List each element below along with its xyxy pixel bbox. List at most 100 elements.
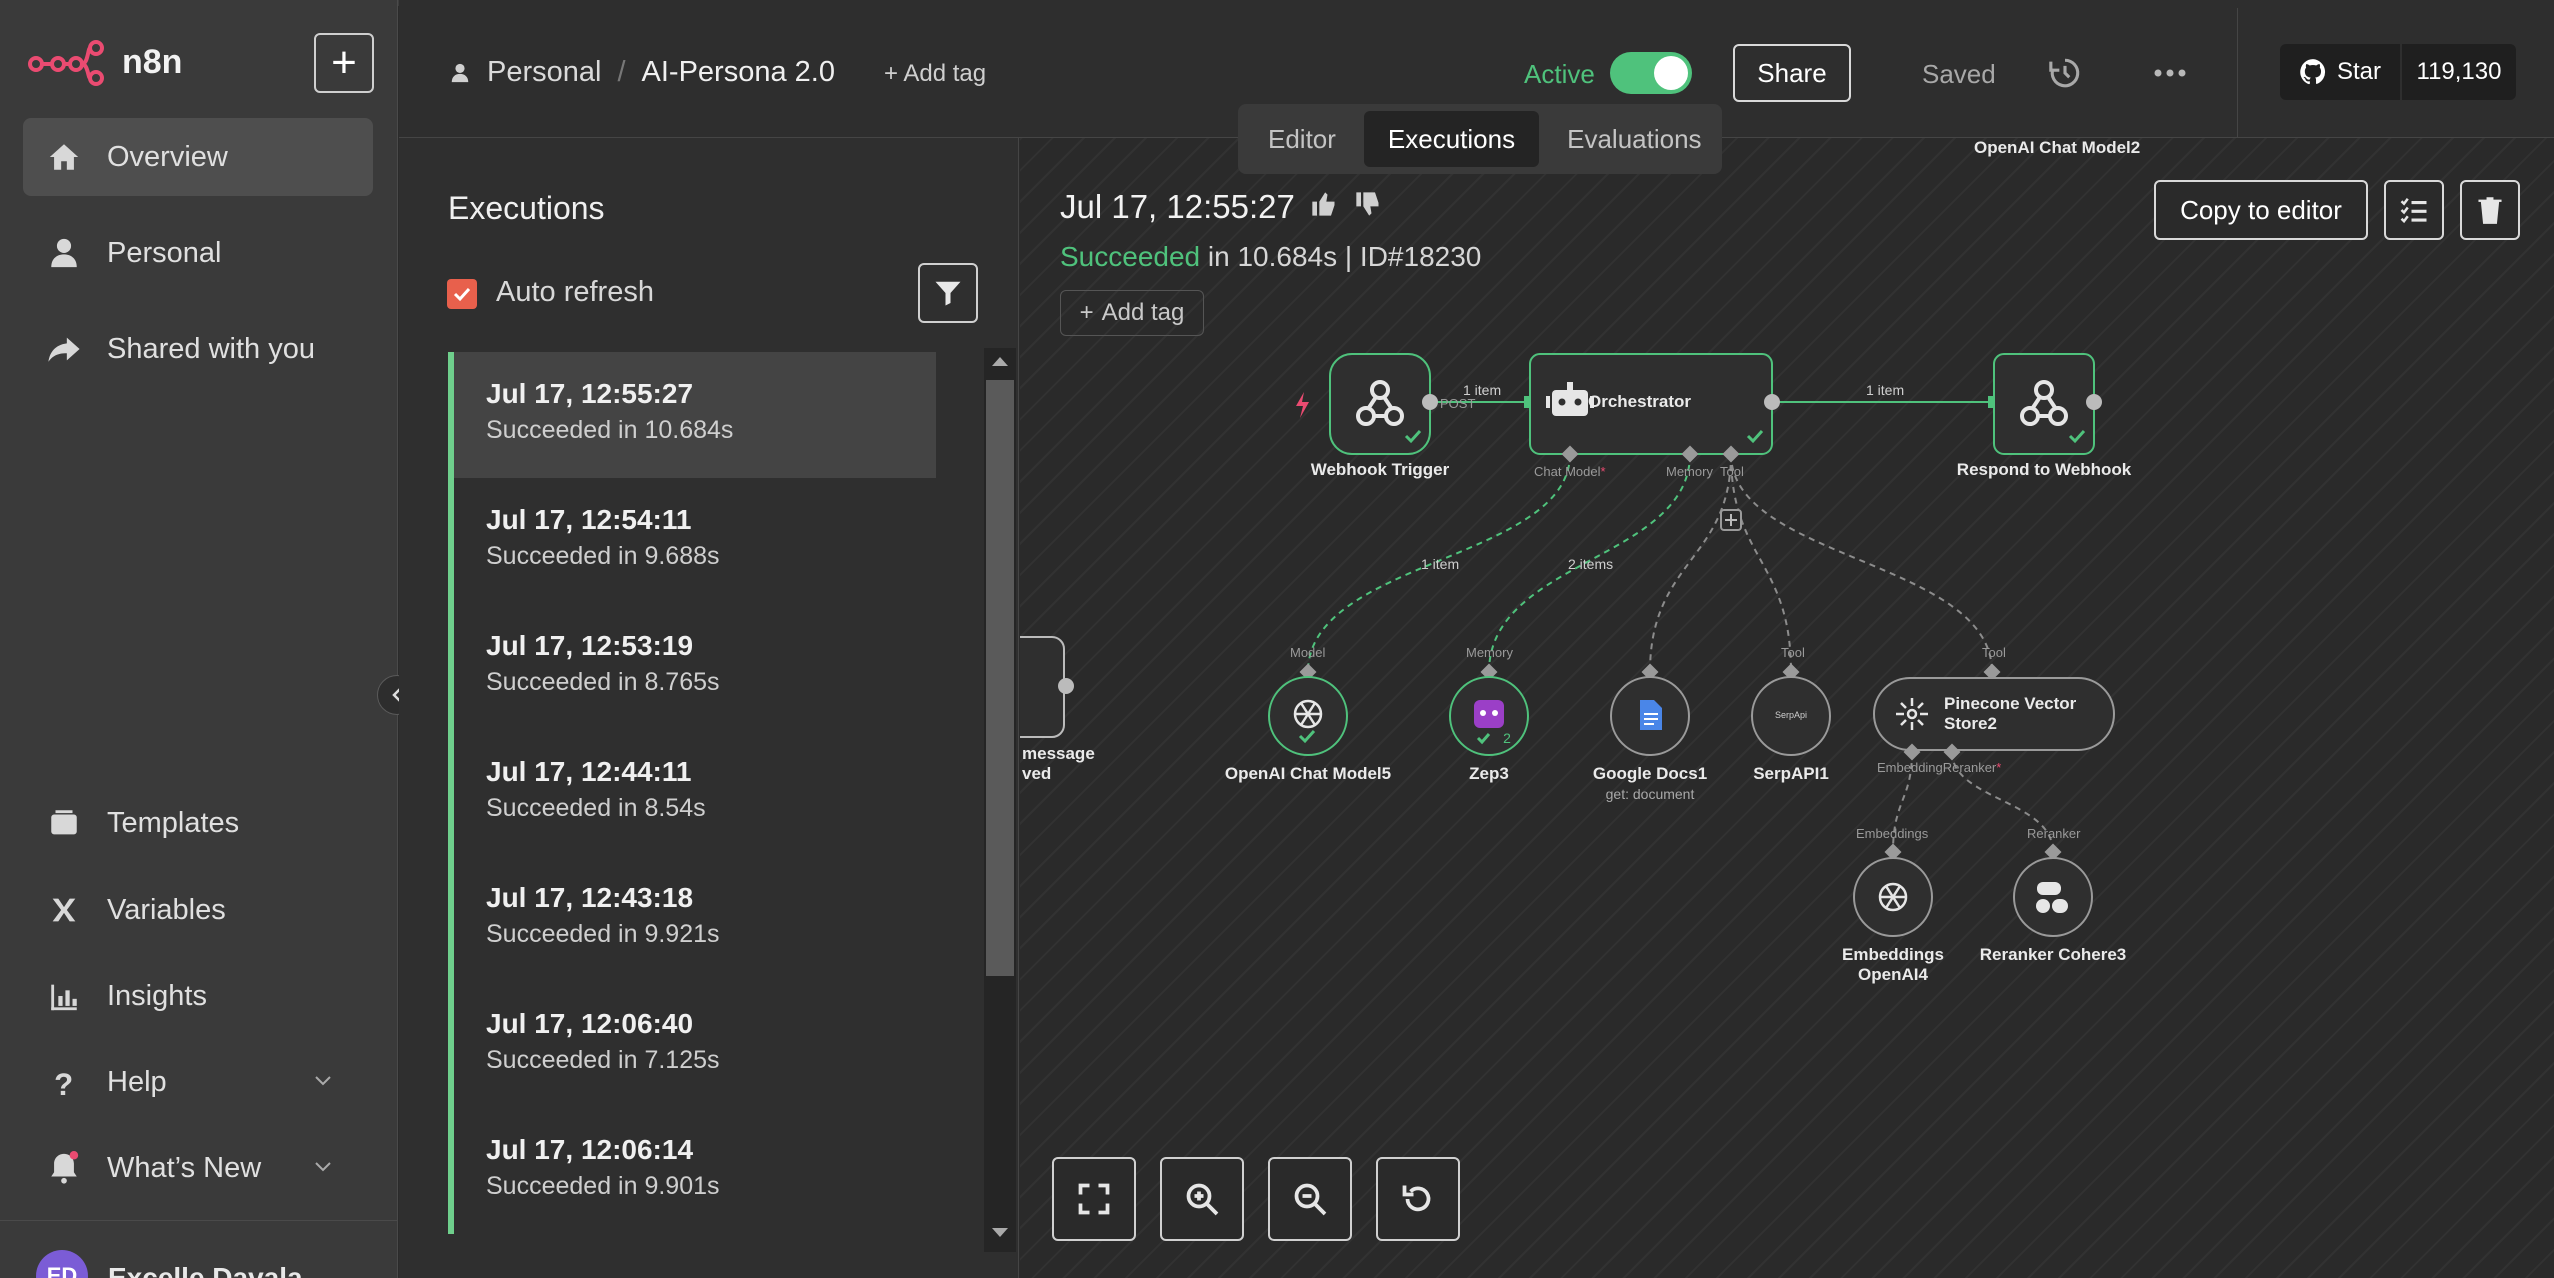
sidebar-item-shared[interactable]: Shared with you — [23, 310, 373, 388]
connector-label: Model — [1290, 645, 1326, 660]
execution-time: Jul 17, 12:53:19 — [486, 630, 694, 661]
execution-status: Succeeded in 8.765s — [486, 668, 720, 696]
execution-status: Succeeded in 10.684s — [486, 416, 734, 444]
node-label-webhook-trigger: Webhook Trigger — [1310, 460, 1450, 479]
edge-label: 1 item — [1866, 382, 1905, 398]
app-name: n8n — [122, 42, 183, 81]
auto-refresh-label[interactable]: Auto refresh — [496, 276, 654, 309]
share-button[interactable]: Share — [1733, 44, 1851, 102]
tab-evaluations[interactable]: Evaluations — [1543, 111, 1725, 167]
checklist-icon — [2400, 198, 2427, 224]
executions-title: Executions — [448, 190, 605, 226]
execution-time: Jul 17, 12:54:11 — [486, 504, 692, 535]
sidebar-item-help[interactable]: ? Help — [23, 1043, 373, 1121]
status-details: in 10.684s | ID#18230 — [1200, 241, 1482, 272]
execution-item[interactable]: Jul 17, 12:55:27 Succeeded in 10.684s — [448, 352, 936, 478]
thumbs-down-icon[interactable] — [1354, 190, 1382, 218]
sidebar-item-label: Help — [107, 1065, 167, 1098]
github-star-label: Star — [2336, 58, 2381, 85]
scroll-up-icon[interactable] — [990, 354, 1010, 368]
execution-item[interactable]: Jul 17, 12:06:40 Succeeded in 7.125s — [448, 982, 936, 1108]
n8n-logo-icon — [28, 40, 104, 86]
sidebar-item-variables[interactable]: Variables — [23, 871, 373, 949]
partial-node-label: ved — [1022, 764, 1052, 783]
execution-status: Succeeded in 9.921s — [486, 920, 720, 948]
trigger-bolt-icon — [1296, 392, 1309, 418]
github-star-count[interactable]: 119,130 — [2402, 44, 2516, 100]
execution-item[interactable]: Jul 17, 12:54:11 Succeeded in 9.688s — [448, 478, 936, 604]
breadcrumb: Personal / AI-Persona 2.0 — [449, 56, 835, 89]
connector-label: Tool — [1781, 645, 1805, 660]
workflow-name[interactable]: AI-Persona 2.0 — [642, 56, 835, 89]
breadcrumb-separator: / — [617, 56, 626, 88]
execution-date: Jul 17, 12:55:27 — [1060, 188, 1295, 225]
add-tag-link[interactable]: + Add tag — [884, 60, 986, 88]
execution-time: Jul 17, 12:44:11 — [486, 756, 692, 787]
zoom-in-button[interactable] — [1160, 1157, 1244, 1241]
tab-executions[interactable]: Executions — [1363, 111, 1540, 167]
filter-icon — [935, 281, 961, 306]
check-icon — [453, 287, 471, 302]
more-options-icon[interactable] — [2150, 58, 2190, 88]
active-toggle[interactable] — [1610, 52, 1692, 94]
tab-editor[interactable]: Editor — [1244, 111, 1360, 167]
view-tabs: Editor Executions Evaluations — [1238, 104, 1722, 174]
execution-time: Jul 17, 12:06:14 — [486, 1134, 694, 1165]
execution-status: Succeeded in 7.125s — [486, 1046, 720, 1074]
sidebar-item-label: Variables — [107, 893, 226, 926]
node-label-serpapi: SerpAPI1 — [1753, 764, 1829, 783]
trash-icon — [2478, 197, 2502, 224]
ghost-node-label: OpenAI Chat Model2 — [1974, 138, 2141, 157]
zoom-out-button[interactable] — [1268, 1157, 1352, 1241]
share-icon — [48, 337, 80, 362]
execution-status: Succeeded in 9.901s — [486, 1172, 720, 1200]
reset-icon — [1402, 1185, 1431, 1212]
execution-item[interactable]: Jul 17, 12:53:19 Succeeded in 8.765s — [448, 604, 936, 730]
sidebar-item-overview[interactable]: Overview — [23, 118, 373, 196]
user-icon — [451, 63, 469, 82]
list-view-button[interactable] — [2384, 180, 2444, 240]
filter-button[interactable] — [918, 263, 978, 323]
execution-status: Succeeded in 9.688s — [486, 542, 720, 570]
fullscreen-icon — [1078, 1183, 1110, 1215]
create-new-button[interactable]: + — [314, 33, 374, 93]
copy-to-editor-button[interactable]: Copy to editor — [2154, 180, 2368, 240]
execution-item[interactable]: Jul 17, 12:06:14 Succeeded in 9.901s — [448, 1108, 936, 1234]
github-star-button[interactable]: Star — [2280, 44, 2400, 100]
thumbs-up-icon[interactable] — [1310, 190, 1338, 218]
variables-icon — [52, 898, 76, 922]
scrollbar-thumb[interactable] — [986, 380, 1014, 976]
execution-time: Jul 17, 12:06:40 — [486, 1008, 694, 1039]
execution-time: Jul 17, 12:43:18 — [486, 882, 694, 913]
n8n-logo[interactable]: n8n — [28, 38, 182, 86]
delete-button[interactable] — [2460, 180, 2520, 240]
node-label-openai-chat: OpenAI Chat Model5 — [1224, 764, 1392, 783]
sidebar-item-templates[interactable]: Templates — [23, 784, 373, 862]
sidebar-item-insights[interactable]: Insights — [23, 957, 373, 1035]
sidebar-item-personal[interactable]: Personal — [23, 214, 373, 292]
zep-icon — [1474, 700, 1504, 728]
node-label-orchestrator: Orchestrator — [1588, 392, 1691, 411]
sidebar-item-whats-new[interactable]: What’s New — [23, 1129, 373, 1207]
reset-zoom-button[interactable] — [1376, 1157, 1460, 1241]
connector-label: Tool — [1720, 464, 1744, 479]
sidebar-item-label: Templates — [107, 806, 240, 839]
breadcrumb-project[interactable]: Personal — [487, 56, 601, 89]
chevron-down-icon — [315, 1162, 331, 1172]
saved-status: Saved — [1922, 59, 1996, 89]
fit-view-button[interactable] — [1052, 1157, 1136, 1241]
plus-icon: + — [331, 38, 357, 87]
history-icon[interactable] — [2048, 56, 2082, 90]
execution-item[interactable]: Jul 17, 12:44:11 Succeeded in 8.54s — [448, 730, 936, 856]
connector-label: Memory — [1666, 464, 1713, 479]
insights-icon — [51, 984, 77, 1011]
execution-item[interactable]: Jul 17, 12:43:18 Succeeded in 9.921s — [448, 856, 936, 982]
connector-label: Embeddings — [1856, 826, 1929, 841]
connector-label: Reranker — [2027, 826, 2081, 841]
connector-label: Memory — [1466, 645, 1513, 660]
scroll-down-icon[interactable] — [990, 1226, 1010, 1240]
add-tag-button[interactable]: + Add tag — [1060, 290, 1204, 336]
sidebar-item-label: Personal — [107, 236, 222, 269]
github-icon — [2300, 59, 2326, 85]
auto-refresh-checkbox[interactable] — [447, 279, 477, 309]
